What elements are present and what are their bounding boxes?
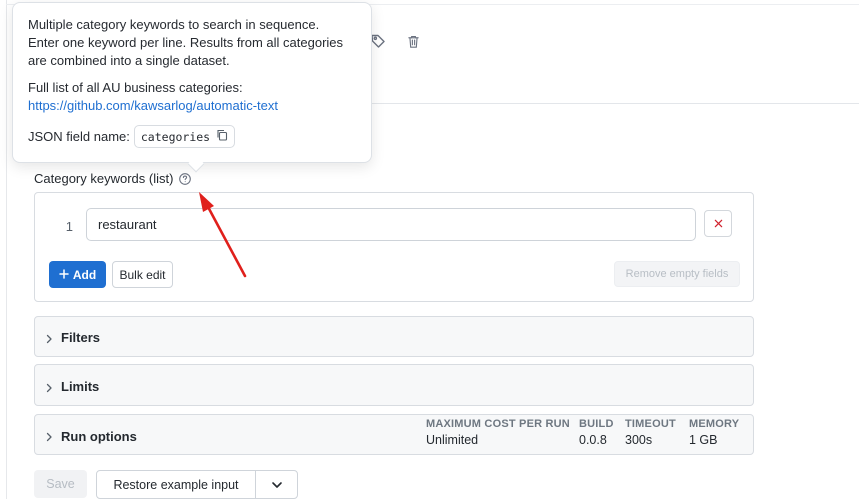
copy-icon[interactable] bbox=[216, 128, 228, 146]
tooltip-text-line: Multiple category keywords to search in … bbox=[28, 17, 320, 32]
keyword-input[interactable] bbox=[86, 208, 696, 241]
build-stat: BUILD 0.0.8 bbox=[579, 418, 614, 447]
chevron-right-icon bbox=[44, 381, 54, 393]
tooltip-categories-text: Full list of all AU business categories: bbox=[28, 80, 243, 95]
timeout-stat: TIMEOUT 300s bbox=[625, 418, 676, 447]
memory-value: 1 GB bbox=[689, 433, 718, 447]
build-value: 0.0.8 bbox=[579, 433, 607, 447]
memory-stat: MEMORY 1 GB bbox=[689, 418, 739, 447]
tooltip-caret bbox=[187, 155, 205, 173]
tooltip-github-link[interactable]: https://github.com/kawsarlog/automatic-t… bbox=[28, 98, 278, 113]
field-label-text: Category keywords (list) bbox=[34, 171, 174, 186]
restore-example-input-button[interactable]: Restore example input bbox=[97, 471, 255, 498]
close-icon bbox=[714, 216, 723, 231]
help-tooltip: Multiple category keywords to search in … bbox=[12, 2, 372, 173]
filters-title: Filters bbox=[61, 330, 101, 345]
tooltip-text-line: Enter one keyword per line. Results from… bbox=[28, 35, 344, 50]
memory-label: MEMORY bbox=[689, 418, 740, 430]
limits-title: Limits bbox=[61, 379, 100, 394]
limits-section[interactable]: Limits bbox=[34, 364, 754, 406]
chevron-right-icon bbox=[44, 332, 54, 344]
filters-section[interactable]: Filters bbox=[34, 316, 754, 357]
timeout-label: TIMEOUT bbox=[625, 418, 676, 430]
keyword-list-editor: 1 Add Bulk edit Remove empty fields bbox=[34, 192, 754, 302]
header-divider bbox=[370, 103, 859, 104]
plus-icon bbox=[59, 268, 69, 282]
max-cost-stat: MAXIMUM COST PER RUN Unlimited bbox=[426, 418, 570, 447]
tooltip-text-line: are combined into a single dataset. bbox=[28, 53, 230, 68]
json-field-name-chip[interactable]: categories bbox=[133, 125, 236, 148]
run-options-section[interactable]: Run options MAXIMUM COST PER RUN Unlimit… bbox=[34, 414, 754, 455]
json-field-name: categories bbox=[140, 129, 211, 144]
remove-empty-fields-button[interactable]: Remove empty fields bbox=[614, 261, 740, 287]
chevron-down-icon[interactable] bbox=[256, 471, 297, 498]
json-field-label: JSON field name: bbox=[28, 128, 130, 144]
add-button[interactable]: Add bbox=[49, 261, 106, 288]
row-index: 1 bbox=[65, 219, 73, 234]
run-options-title: Run options bbox=[61, 429, 137, 444]
bulk-edit-button[interactable]: Bulk edit bbox=[112, 261, 173, 288]
max-cost-value: Unlimited bbox=[426, 433, 479, 447]
remove-row-button[interactable] bbox=[704, 210, 732, 237]
tag-icon[interactable] bbox=[370, 33, 386, 49]
restore-example-split-button: Restore example input bbox=[96, 470, 298, 499]
max-cost-label: MAXIMUM COST PER RUN bbox=[426, 418, 570, 430]
save-button[interactable]: Save bbox=[34, 470, 87, 498]
add-button-label: Add bbox=[72, 267, 97, 282]
chevron-right-icon bbox=[44, 430, 54, 442]
json-field-row: JSON field name: categories bbox=[28, 125, 236, 148]
field-label: Category keywords (list) bbox=[34, 171, 192, 186]
help-circle-icon[interactable] bbox=[178, 172, 192, 186]
timeout-value: 300s bbox=[625, 433, 653, 447]
page-left-border bbox=[6, 0, 7, 499]
trash-icon[interactable] bbox=[406, 34, 422, 50]
build-label: BUILD bbox=[579, 418, 614, 430]
